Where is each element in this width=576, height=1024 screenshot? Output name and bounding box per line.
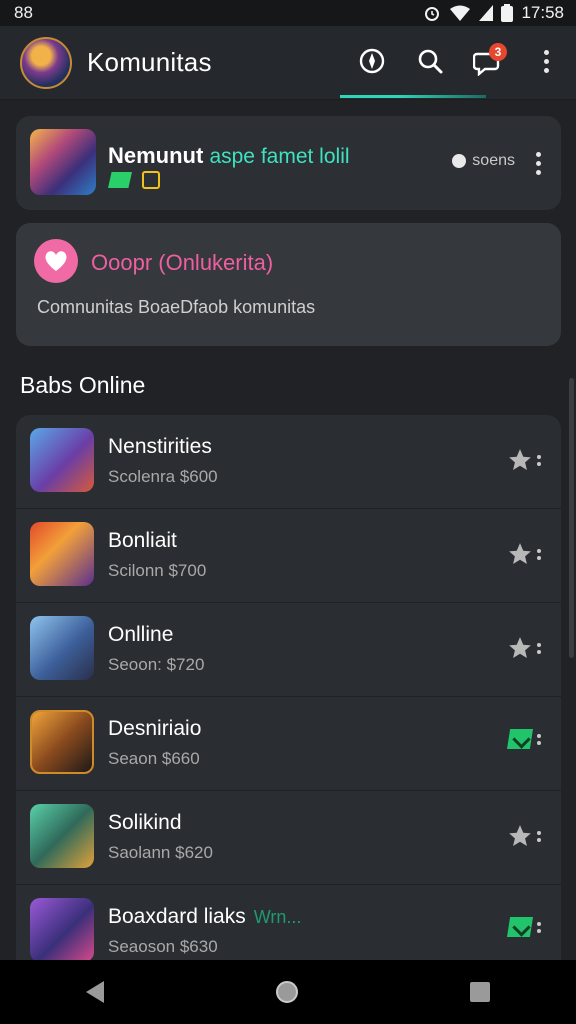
page-title: Komunitas — [87, 47, 212, 77]
joined-check-icon — [507, 917, 533, 937]
list-item[interactable]: Solikind Saolann $620 — [16, 791, 561, 885]
signal-icon — [479, 5, 494, 21]
item-subtitle: Seoon: $720 — [108, 655, 205, 674]
notification-badge: 3 — [489, 43, 507, 61]
item-more-icon — [537, 642, 541, 654]
featured-title: Nemunut aspe famet lolil — [108, 143, 350, 169]
compass-icon — [359, 48, 385, 74]
favorite-button[interactable] — [507, 635, 541, 661]
featured-community-card[interactable]: Nemunut aspe famet lolil soens — [16, 116, 561, 210]
list-item[interactable]: Bonliait Scilonn $700 — [16, 509, 561, 603]
explore-button[interactable] — [354, 43, 390, 79]
item-thumbnail — [30, 804, 94, 868]
item-subtitle: Seaon $660 — [108, 749, 200, 768]
app-bar: Komunitas 3 — [0, 26, 576, 100]
search-button[interactable] — [412, 43, 448, 79]
recent-apps-icon[interactable] — [470, 982, 490, 1002]
item-subtitle: Scolenra $600 — [108, 467, 218, 486]
joined-button[interactable] — [507, 729, 541, 749]
green-tag-icon — [108, 172, 132, 188]
search-icon — [418, 49, 443, 74]
favorite-button[interactable] — [507, 447, 541, 473]
battery-icon — [501, 4, 514, 22]
favorite-button[interactable] — [507, 823, 541, 849]
list-item[interactable]: Nenstirities Scolenra $600 — [16, 415, 561, 509]
item-thumbnail — [30, 898, 94, 962]
star-icon — [509, 637, 531, 658]
item-more-icon — [537, 830, 541, 842]
heart-icon — [34, 239, 78, 283]
joined-check-icon — [507, 729, 533, 749]
status-time: 17:58 — [521, 3, 564, 22]
tab-indicator — [340, 95, 486, 98]
item-title: Nenstirities — [108, 435, 212, 458]
item-more-icon — [537, 548, 541, 560]
online-list: Nenstirities Scolenra $600 Bonliait Scil… — [16, 415, 561, 975]
status-bar: 88 17:58 — [0, 0, 576, 26]
item-title: Bonliait — [108, 529, 177, 552]
back-icon[interactable] — [86, 981, 104, 1003]
invite-title: Ooopr (Onlukerita) — [91, 250, 274, 275]
favorite-button[interactable] — [507, 541, 541, 567]
item-title: Solikind — [108, 811, 182, 834]
item-more-icon — [537, 733, 541, 745]
star-icon — [509, 449, 531, 470]
featured-tags — [108, 171, 160, 189]
system-nav-bar — [0, 960, 576, 1024]
list-item[interactable]: Onlline Seoon: $720 — [16, 603, 561, 697]
location-pin-icon — [452, 154, 467, 168]
more-options-button[interactable] — [528, 43, 564, 79]
item-more-icon — [537, 921, 541, 933]
yellow-tag-icon — [142, 171, 160, 189]
item-subtitle: Scilonn $700 — [108, 561, 207, 580]
item-thumbnail — [30, 616, 94, 680]
alarm-icon — [425, 7, 440, 21]
status-left-text: 88 — [14, 3, 33, 22]
item-title: Desniriaio — [108, 717, 202, 740]
joined-button[interactable] — [507, 917, 541, 937]
home-icon[interactable] — [276, 981, 298, 1003]
list-item[interactable]: Desniriaio Seaon $660 — [16, 697, 561, 791]
featured-meta: soens — [452, 152, 515, 170]
featured-more-icon[interactable] — [536, 152, 541, 175]
featured-title-accent: aspe famet lolil — [209, 145, 350, 168]
item-thumbnail — [30, 428, 94, 492]
featured-thumbnail — [30, 129, 96, 195]
item-title: Boaxdard liaks Wrn... — [108, 905, 301, 929]
scrollbar[interactable] — [569, 378, 574, 658]
community-avatar[interactable] — [20, 37, 72, 89]
item-subtitle: Seaoson $630 — [108, 937, 218, 956]
star-icon — [509, 543, 531, 564]
item-title: Onlline — [108, 623, 174, 646]
featured-meta-label: soens — [472, 152, 515, 169]
section-title: Babs Online — [20, 372, 146, 398]
item-thumbnail — [30, 710, 94, 774]
item-title-main: Boaxdard liaks — [108, 905, 246, 928]
status-icons: 17:58 — [423, 3, 564, 23]
more-vert-icon — [543, 49, 549, 73]
item-thumbnail — [30, 522, 94, 586]
featured-title-main: Nemunut — [108, 143, 204, 168]
wifi-icon — [450, 5, 471, 21]
invite-description: Comnunitas BoaeDfaob komunitas — [37, 297, 316, 317]
item-title-accent: Wrn... — [253, 907, 302, 927]
invite-card[interactable]: Ooopr (Onlukerita) Comnunitas BoaeDfaob … — [16, 223, 561, 346]
item-more-icon — [537, 454, 541, 466]
item-subtitle: Saolann $620 — [108, 843, 213, 862]
app-actions: 3 — [354, 43, 564, 79]
chat-button[interactable]: 3 — [470, 43, 507, 79]
star-icon — [509, 825, 531, 846]
